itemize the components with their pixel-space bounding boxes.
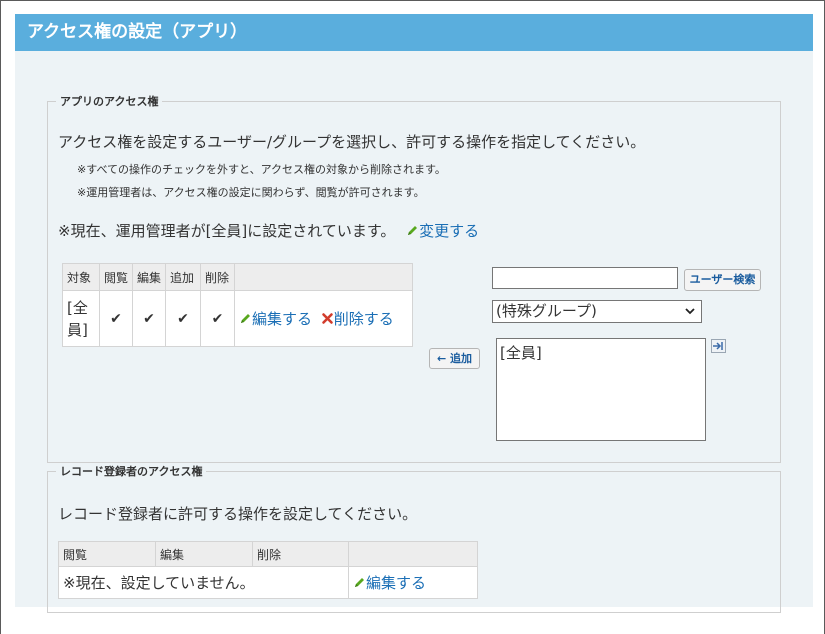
- creator-col-edit: 編集: [155, 541, 253, 567]
- pencil-icon: [241, 314, 250, 323]
- creator-edit-link[interactable]: 編集する: [353, 574, 426, 592]
- page-title: アクセス権の設定（アプリ）: [15, 14, 813, 51]
- creator-status: ※現在、設定していません。: [58, 566, 349, 599]
- chevron-down-icon: [684, 301, 696, 329]
- col-actions: [234, 263, 413, 291]
- row-target: [全員]: [62, 290, 100, 347]
- check-view-icon[interactable]: ✔: [99, 290, 133, 347]
- edit-row-link[interactable]: 編集する: [239, 310, 317, 328]
- app-access-legend: アプリのアクセス権: [60, 95, 159, 108]
- change-admin-label: 変更する: [419, 222, 480, 240]
- creator-table-header: 閲覧 編集 削除: [58, 541, 478, 567]
- col-delete: 削除: [200, 263, 235, 291]
- move-right-icon[interactable]: [711, 339, 726, 353]
- admin-status-line: ※現在、運用管理者が[全員]に設定されています。 変更する: [58, 220, 479, 241]
- col-view: 閲覧: [99, 263, 133, 291]
- user-search-input[interactable]: [492, 267, 678, 289]
- col-target: 対象: [62, 263, 100, 291]
- pencil-icon: [355, 578, 364, 587]
- group-select[interactable]: (特殊グループ): [492, 300, 702, 323]
- creator-table: 閲覧 編集 削除 ※現在、設定していません。 編集する: [58, 541, 478, 599]
- creator-edit-label: 編集する: [366, 574, 427, 592]
- table-row: [全員] ✔ ✔ ✔ ✔ 編集する 削除する: [62, 290, 413, 347]
- note-admin: ※運用管理者は、アクセス権の設定に関わらず、閲覧が許可されます。: [77, 186, 425, 199]
- edit-row-label: 編集する: [252, 310, 313, 328]
- candidate-listbox[interactable]: [全員]: [496, 338, 706, 441]
- add-button[interactable]: ← 追加: [429, 348, 480, 369]
- access-table-header: 対象 閲覧 編集 追加 削除: [62, 263, 413, 291]
- delete-row-link[interactable]: 削除する: [321, 310, 394, 328]
- pencil-icon: [408, 226, 418, 235]
- user-search-button[interactable]: ユーザー検索: [684, 269, 761, 291]
- row-actions: 編集する 削除する: [234, 290, 413, 347]
- delete-row-label: 削除する: [333, 310, 394, 328]
- creator-access-legend: レコード登録者のアクセス権: [60, 465, 203, 478]
- change-admin-link[interactable]: 変更する: [406, 222, 479, 240]
- group-select-value: (特殊グループ): [496, 302, 597, 320]
- check-add-icon[interactable]: ✔: [165, 290, 201, 347]
- access-table: 対象 閲覧 編集 追加 削除 [全員] ✔ ✔ ✔ ✔ 編集する 削除する: [62, 263, 413, 347]
- creator-col-actions: [348, 541, 478, 567]
- note-uncheck: ※すべての操作のチェックを外すと、アクセス権の対象から削除されます。: [77, 163, 446, 176]
- creator-col-view: 閲覧: [58, 541, 156, 567]
- col-add: 追加: [165, 263, 201, 291]
- check-edit-icon[interactable]: ✔: [132, 290, 166, 347]
- creator-access-description: レコード登録者に許可する操作を設定してください。: [58, 505, 418, 523]
- creator-actions: 編集する: [348, 566, 478, 599]
- app-access-description: アクセス権を設定するユーザー/グループを選択し、許可する操作を指定してください。: [58, 133, 646, 151]
- creator-col-delete: 削除: [252, 541, 349, 567]
- candidate-item[interactable]: [全員]: [500, 342, 702, 363]
- delete-x-icon: [321, 313, 333, 324]
- content-panel: アプリのアクセス権 アクセス権を設定するユーザー/グループを選択し、許可する操作…: [15, 51, 813, 613]
- admin-status-text: ※現在、運用管理者が[全員]に設定されています。: [58, 222, 396, 240]
- col-edit: 編集: [132, 263, 166, 291]
- check-delete-icon[interactable]: ✔: [200, 290, 235, 347]
- table-row: ※現在、設定していません。 編集する: [58, 566, 478, 599]
